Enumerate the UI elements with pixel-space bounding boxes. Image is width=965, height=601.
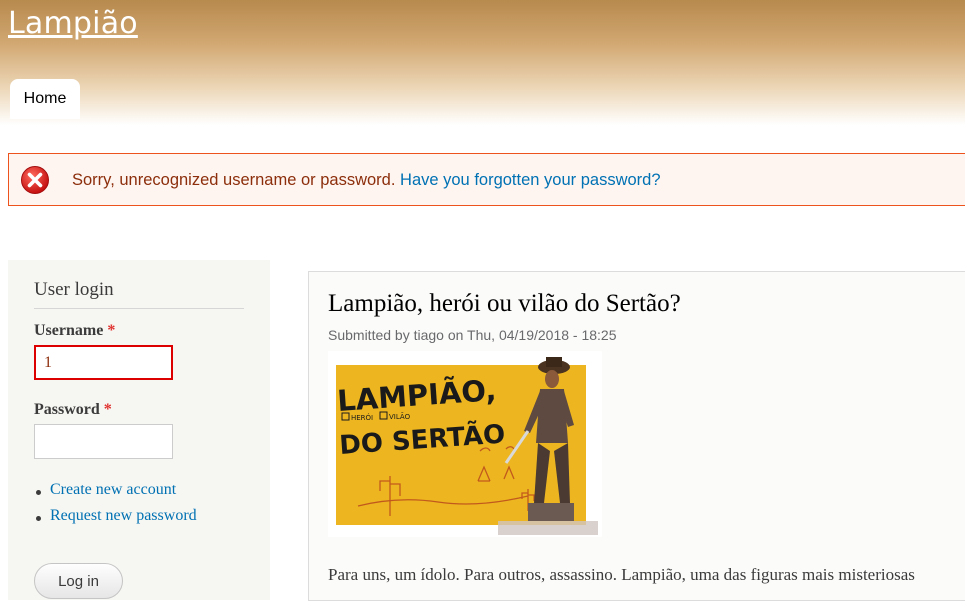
- login-links-list: Create new account Request new password: [34, 481, 197, 533]
- list-item: Create new account: [34, 481, 197, 507]
- image-text-option1: HERÓI: [351, 413, 373, 422]
- password-label: Password *: [34, 401, 112, 419]
- user-login-block: User login Username * Password * Create …: [8, 260, 270, 600]
- list-item: Request new password: [34, 507, 197, 533]
- error-icon: [21, 166, 49, 194]
- site-name-link[interactable]: Lampião: [8, 6, 138, 41]
- required-marker: *: [107, 322, 116, 339]
- user-login-title: User login: [34, 279, 244, 309]
- article-node: Lampião, herói ou vilão do Sertão? Submi…: [308, 271, 965, 601]
- forgot-password-link[interactable]: Have you forgotten your password?: [400, 171, 660, 189]
- password-label-text: Password: [34, 401, 100, 418]
- article-title[interactable]: Lampião, herói ou vilão do Sertão?: [328, 290, 681, 318]
- tab-home[interactable]: Home: [10, 79, 80, 119]
- error-message-box: Sorry, unrecognized username or password…: [8, 153, 965, 206]
- log-in-button[interactable]: Log in: [34, 563, 123, 599]
- error-message-text: Sorry, unrecognized username or password…: [72, 171, 661, 190]
- request-password-link[interactable]: Request new password: [50, 507, 197, 524]
- error-message-label: Sorry, unrecognized username or password…: [72, 171, 396, 189]
- article-body-text: Para uns, um ídolo. Para outros, assassi…: [328, 565, 915, 584]
- username-label: Username *: [34, 322, 115, 340]
- required-marker: *: [103, 401, 112, 418]
- username-input[interactable]: [34, 345, 173, 380]
- password-input[interactable]: [34, 424, 173, 459]
- create-account-link[interactable]: Create new account: [50, 481, 176, 498]
- submitted-by-line: Submitted by tiago on Thu, 04/19/2018 - …: [328, 327, 617, 343]
- username-label-text: Username: [34, 322, 104, 339]
- article-image[interactable]: LAMPIÃO, HERÓI VILÃO DO SERTÃO: [328, 351, 602, 537]
- site-header: Lampião Home: [0, 0, 965, 125]
- image-text-option2: VILÃO: [389, 412, 411, 421]
